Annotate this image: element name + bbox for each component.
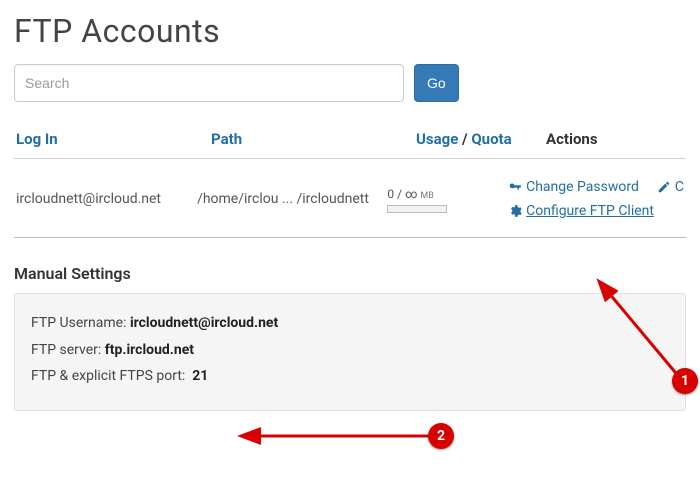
ftp-port-label: FTP & explicit FTPS port: [31, 368, 185, 384]
go-button[interactable]: Go [414, 64, 459, 102]
cell-path: /home/irclou ... /ircloudnett [197, 191, 387, 207]
quota-value: ∞ [405, 187, 417, 201]
gear-icon [508, 204, 522, 218]
ftp-port-value: 21 [192, 368, 208, 384]
configure-ftp-label: Configure FTP Client [526, 203, 654, 219]
ftp-server-value: ftp.ircloud.net [105, 342, 194, 358]
search-row: Go [14, 64, 686, 102]
cell-login: ircloudnett@ircloud.net [16, 191, 197, 207]
col-usage-header[interactable]: Usage [416, 130, 458, 148]
pencil-icon [657, 180, 671, 194]
col-login-header[interactable]: Log In [16, 130, 58, 148]
configure-ftp-link[interactable]: Configure FTP Client [508, 203, 654, 219]
manual-settings-title: Manual Settings [14, 264, 686, 283]
ftp-username-label: FTP Username: [31, 315, 126, 331]
usage-sep: / [397, 187, 402, 201]
usage-bar [387, 205, 447, 213]
change-password-label: Change Password [526, 179, 639, 195]
annotation-badge-2: 2 [428, 423, 454, 449]
page-title: FTP Accounts [14, 12, 686, 50]
table-row: ircloudnett@ircloud.net /home/irclou ...… [14, 159, 686, 238]
ftp-username-value: ircloudnett@ircloud.net [130, 315, 278, 331]
usage-unit: MB [420, 191, 433, 201]
truncated-action-label: C [675, 179, 684, 195]
truncated-action-link[interactable]: C [657, 179, 684, 195]
change-password-link[interactable]: Change Password [508, 179, 639, 195]
col-path-header[interactable]: Path [211, 130, 242, 148]
search-input[interactable] [14, 64, 404, 102]
manual-settings-box: FTP Username: ircloudnett@ircloud.net FT… [14, 293, 686, 411]
col-sep: / [462, 130, 468, 148]
table-header: Log In Path Usage / Quota Actions [14, 124, 686, 154]
key-icon [508, 180, 522, 194]
ftp-server-label: FTP server: [31, 342, 101, 358]
usage-value: 0 [387, 187, 394, 201]
col-actions-header: Actions [546, 130, 598, 148]
col-quota-header[interactable]: Quota [471, 130, 511, 148]
